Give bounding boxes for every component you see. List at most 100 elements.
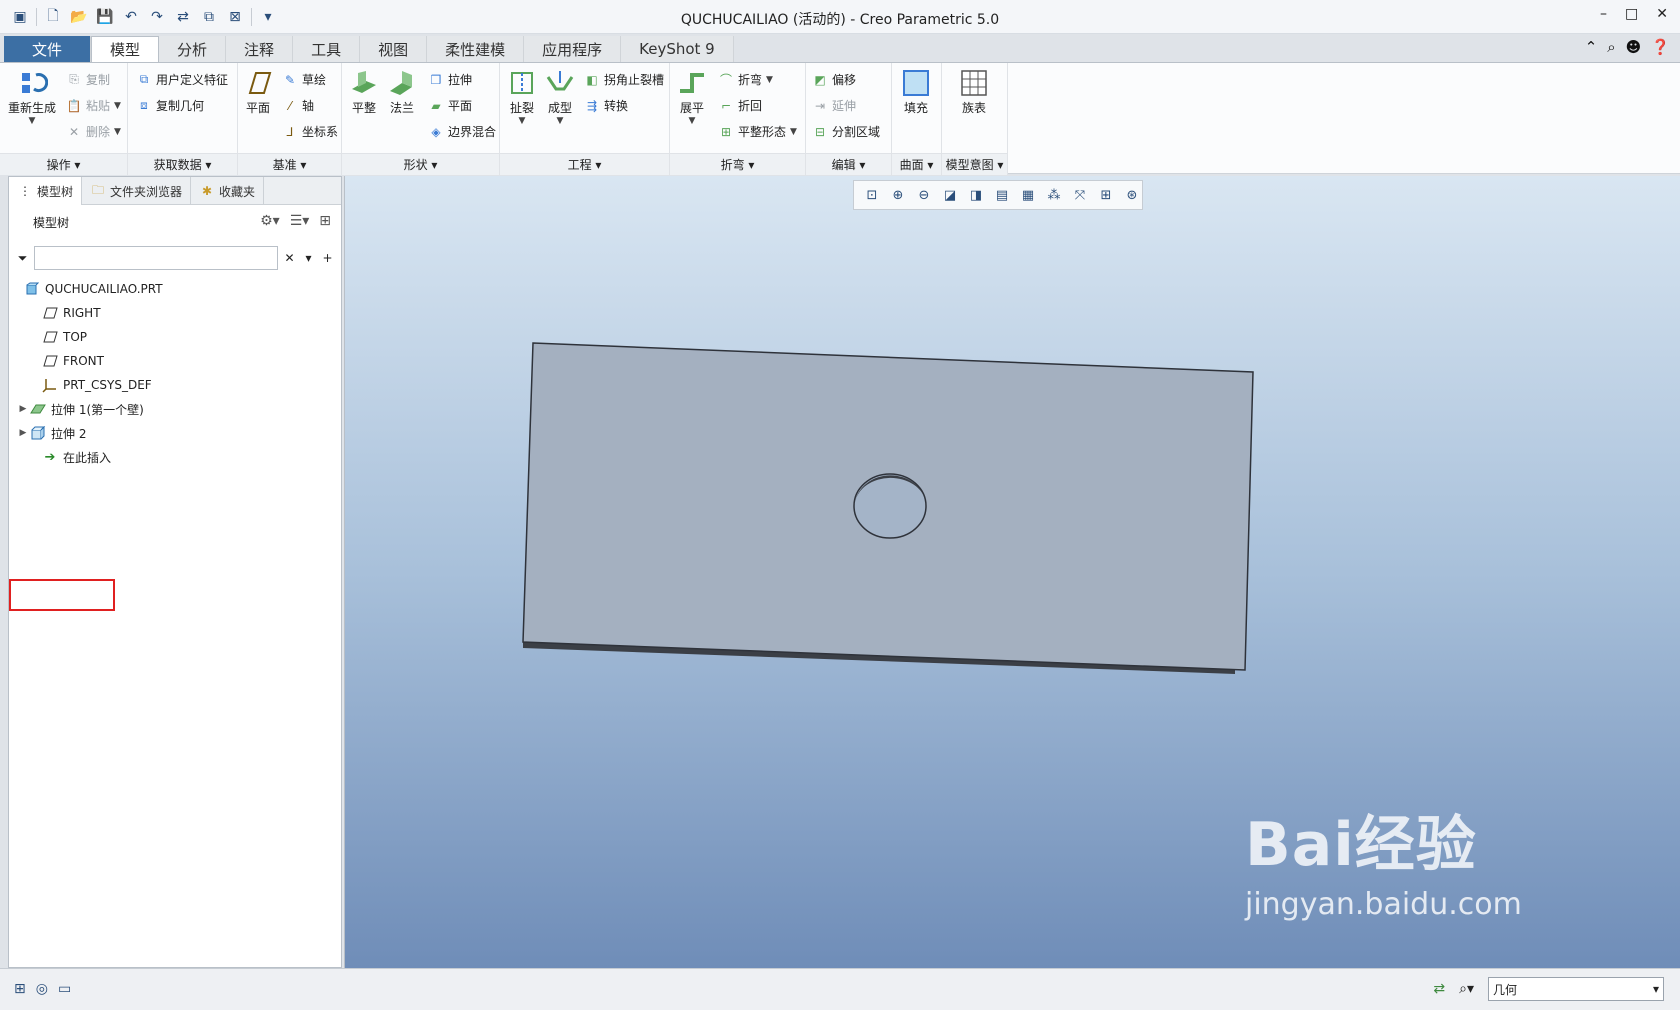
find-icon[interactable]: ⌕▾	[1459, 981, 1474, 997]
chevron-down-icon: ▼	[114, 100, 121, 111]
corner-relief-button[interactable]: ◧ 拐角止裂槽	[584, 71, 664, 88]
delete-icon: ✕	[68, 124, 80, 139]
full-screen-icon[interactable]: ▭	[58, 981, 71, 997]
regenerate-button[interactable]: 重新生成 ▼	[8, 67, 56, 126]
regen-status-icon[interactable]: ⇄	[1433, 981, 1445, 997]
expand-icon[interactable]: ▶	[17, 428, 29, 438]
dropdown-icon[interactable]: ▾	[301, 250, 316, 266]
close-button[interactable]: ✕	[1656, 6, 1668, 22]
delete-button[interactable]: ✕ 删除 ▼	[66, 123, 121, 140]
paste-icon: 📋	[66, 98, 82, 113]
group-label[interactable]: 操作 ▾	[0, 153, 127, 175]
axis-button[interactable]: ⁄ 轴	[282, 97, 314, 114]
group-label[interactable]: 工程 ▾	[500, 153, 669, 175]
unbend-button[interactable]: 展平 ▼	[676, 67, 708, 126]
offset-button[interactable]: ◩ 偏移	[812, 71, 856, 88]
bend-back-button[interactable]: ⌐ 折回	[718, 97, 762, 114]
fill-button[interactable]: 填充	[900, 67, 932, 116]
tab-analysis[interactable]: 分析	[159, 36, 227, 62]
tab-applications[interactable]: 应用程序	[524, 36, 622, 62]
boundary-blend-button[interactable]: ◈ 边界混合	[428, 123, 496, 140]
tree-item-top[interactable]: TOP	[9, 325, 341, 349]
tree-item-insert-here[interactable]: ➔ 在此插入	[9, 445, 341, 469]
add-icon[interactable]: +	[320, 250, 335, 266]
bend-button[interactable]: ⌒ 折弯 ▼	[718, 71, 773, 88]
show-icon[interactable]: ☰▾	[290, 213, 310, 229]
tab-keyshot[interactable]: KeyShot 9	[621, 36, 734, 62]
community-icon[interactable]: ☻	[1626, 38, 1642, 56]
rip-button[interactable]: 扯裂 ▼	[506, 67, 538, 126]
tree-item-part[interactable]: QUCHUCAILIAO.PRT	[9, 277, 341, 301]
planar-icon: ▰	[431, 98, 441, 113]
selection-filter[interactable]: 几何 ▾	[1488, 977, 1664, 1001]
window-title: QUCHUCAILIAO (活动的) - Creo Parametric 5.0	[680, 12, 1000, 28]
tab-flexible-modeling[interactable]: 柔性建模	[427, 36, 525, 62]
help-icon[interactable]: ❓	[1651, 38, 1670, 56]
tab-folder-browser[interactable]: 🗀 文件夹浏览器	[82, 177, 192, 205]
settings-icon[interactable]: ⚙▾	[260, 213, 280, 229]
flat-wall-button[interactable]: 平整	[348, 67, 380, 116]
tree-item-right[interactable]: RIGHT	[9, 301, 341, 325]
tree-item-csys[interactable]: PRT_CSYS_DEF	[9, 373, 341, 397]
tree-toolbar: ⚙▾ ☰▾ ⊞	[260, 213, 331, 229]
tree-item-extrude-2[interactable]: ▶ 拉伸 2	[9, 421, 341, 445]
group-label[interactable]: 基准 ▾	[238, 153, 341, 175]
datum-plane-button[interactable]: 平面	[242, 67, 274, 116]
paste-button[interactable]: 📋 粘贴 ▼	[66, 97, 121, 114]
family-table-button[interactable]: 族表	[958, 67, 990, 116]
filter-icon[interactable]: ⏷	[15, 250, 30, 266]
group-model-intent: 族表 模型意图 ▾	[942, 63, 1008, 175]
extend-button[interactable]: ⇥ 延伸	[812, 97, 856, 114]
sketch-button[interactable]: ✎ 草绘	[282, 71, 326, 88]
clear-icon[interactable]: ✕	[282, 250, 297, 266]
group-label[interactable]: 获取数据 ▾	[128, 153, 237, 175]
panel-tabs: ⋮ 模型树 🗀 文件夹浏览器 ✱ 收藏夹	[9, 177, 341, 205]
tab-model[interactable]: 模型	[91, 36, 160, 62]
convert-button[interactable]: ⇶ 转换	[584, 97, 628, 114]
copy-button[interactable]: ⎘ 复制	[66, 71, 110, 88]
group-label[interactable]: 形状 ▾	[342, 153, 499, 175]
graphics-viewport[interactable]: ⊡ ⊕ ⊖ ◪ ◨ ▤ ▦ ⁂ ⤧ ⊞ ⊛ Bai经验 jingyan.baid…	[344, 176, 1680, 968]
planar-button[interactable]: ▰ 平面	[428, 97, 472, 114]
tree-item-front[interactable]: FRONT	[9, 349, 341, 373]
group-label[interactable]: 编辑 ▾	[806, 153, 891, 175]
model-tree: QUCHUCAILIAO.PRT RIGHT TOP FRONT PRT_CSY…	[9, 277, 341, 469]
tree-item-extrude-1[interactable]: ▶ 拉伸 1(第一个壁)	[9, 397, 341, 421]
tab-favorites[interactable]: ✱ 收藏夹	[191, 177, 265, 205]
flat-pattern-icon: ⊞	[720, 124, 732, 139]
split-area-button[interactable]: ⊟ 分割区域	[812, 123, 880, 140]
group-label[interactable]: 曲面 ▾	[892, 153, 941, 175]
tree-toggle-icon[interactable]: ⊞	[14, 981, 26, 997]
group-label[interactable]: 模型意图 ▾	[942, 153, 1007, 175]
tab-tools[interactable]: 工具	[293, 36, 361, 62]
chevron-down-icon: ▾	[1652, 982, 1659, 996]
flat-pattern-button[interactable]: ⊞ 平整形态 ▼	[718, 123, 797, 140]
browser-toggle-icon[interactable]: ◎	[36, 981, 48, 997]
minimize-button[interactable]: –	[1600, 6, 1607, 22]
group-label[interactable]: 折弯 ▾	[670, 153, 805, 175]
status-right-tools: ⇄ ⌕▾ 几何 ▾	[1433, 977, 1664, 1001]
copy-geometry-button[interactable]: ⧈ 复制几何	[136, 97, 204, 114]
tab-view[interactable]: 视图	[360, 36, 428, 62]
group-datum: 平面 ✎ 草绘 ⁄ 轴 ⅃ 坐标系 基准 ▾	[238, 63, 342, 175]
search-icon[interactable]: ⌕	[1607, 38, 1615, 56]
tab-model-tree[interactable]: ⋮ 模型树	[9, 177, 83, 205]
csys-button[interactable]: ⅃ 坐标系	[282, 123, 338, 140]
axis-icon: ⁄	[288, 98, 291, 113]
copy-icon: ⎘	[69, 72, 79, 86]
tab-file[interactable]: 文件	[4, 36, 92, 62]
tree-columns-icon[interactable]: ⊞	[319, 213, 331, 229]
corner-relief-icon: ◧	[586, 72, 598, 87]
collapse-ribbon-icon[interactable]: ⌃	[1585, 38, 1598, 56]
group-get-data: ⧉ 用户定义特征 ⧈ 复制几何 获取数据 ▾	[128, 63, 238, 175]
expand-icon[interactable]: ▶	[17, 404, 29, 414]
extrude-button[interactable]: ❒ 拉伸	[428, 71, 472, 88]
flange-button[interactable]: 法兰	[386, 67, 418, 116]
highlight-box	[9, 579, 115, 611]
tab-annotate[interactable]: 注释	[226, 36, 294, 62]
unbend-icon	[676, 67, 708, 99]
search-input[interactable]	[34, 246, 279, 270]
form-button[interactable]: 成型 ▼	[544, 67, 576, 126]
udf-button[interactable]: ⧉ 用户定义特征	[136, 71, 228, 88]
maximize-button[interactable]: □	[1625, 6, 1638, 22]
